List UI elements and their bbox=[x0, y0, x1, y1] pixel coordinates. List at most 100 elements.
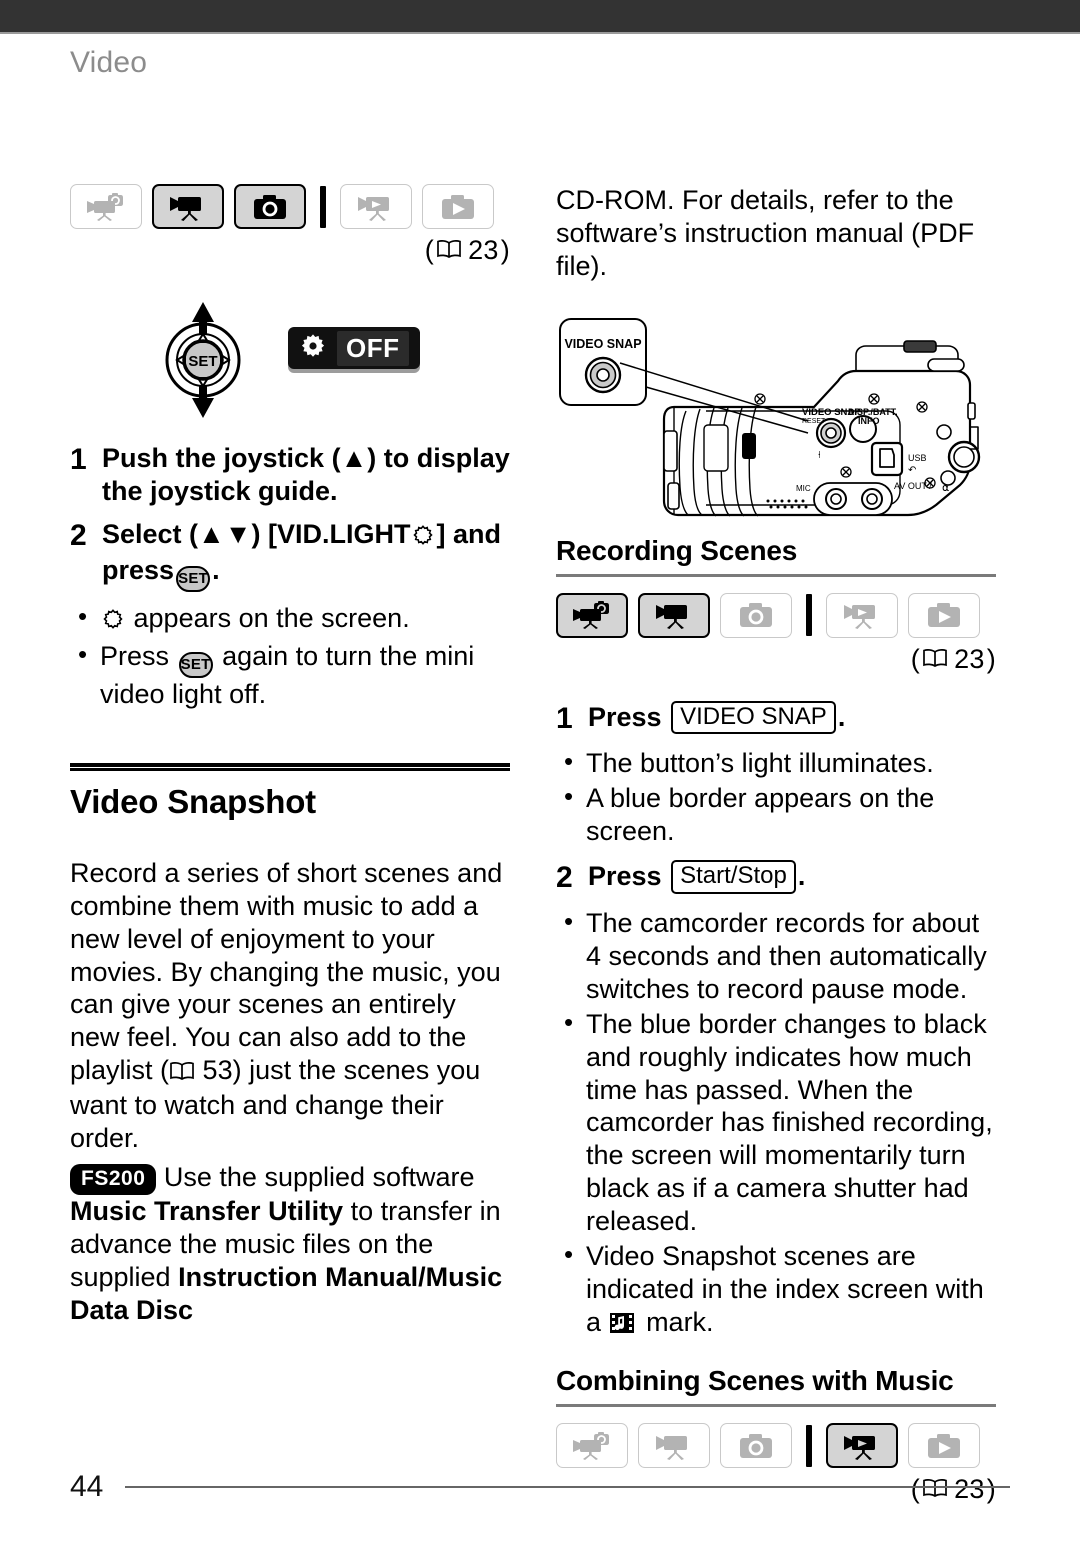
step-text: Push the joystick (▲) to display the joy… bbox=[102, 442, 510, 508]
paren-close: ) bbox=[500, 235, 510, 265]
model-badge: FS200 bbox=[70, 1164, 157, 1195]
step-2: 2 Press Start/Stop. bbox=[556, 860, 996, 897]
svg-text:MIC: MIC bbox=[796, 484, 811, 493]
step-1: 1 Push the joystick (▲) to display the j… bbox=[70, 442, 510, 508]
book-icon bbox=[436, 235, 462, 266]
mode-icon-row-recording-scenes bbox=[556, 592, 996, 638]
step-number: 1 bbox=[70, 443, 87, 476]
svg-text:↶: ↶ bbox=[908, 465, 916, 476]
photo-record-mode-icon bbox=[720, 592, 792, 638]
video-light-off-badge: OFF bbox=[288, 327, 420, 369]
step-text-d: . bbox=[212, 554, 220, 585]
step-text: Select (▲▼) [VID.LIGHT] and press SET. bbox=[102, 518, 510, 592]
movie-record-mode-icon bbox=[638, 1423, 710, 1468]
photo-play-mode-icon bbox=[908, 1423, 980, 1468]
photo-record-mode-icon bbox=[234, 184, 306, 229]
page-ref-number: 23 bbox=[468, 235, 499, 265]
joystick-figure-row: SET OFF bbox=[70, 300, 510, 420]
start-stop-keycap: Start/Stop bbox=[671, 860, 796, 894]
bullet-item: The blue border changes to black and rou… bbox=[556, 1007, 996, 1239]
section-heading-rule bbox=[70, 762, 510, 771]
step-text-a: Push the joystick ( bbox=[102, 443, 341, 473]
svg-text:⍺: ⍺ bbox=[942, 482, 949, 494]
book-icon bbox=[922, 644, 948, 675]
video-snapshot-heading: Video Snapshot bbox=[70, 782, 316, 820]
up-triangle-icon: ▲ bbox=[340, 443, 368, 473]
video-snapshot-mark-icon bbox=[609, 1310, 635, 1343]
step-text-b: ) [VID.LIGHT bbox=[251, 518, 411, 549]
recording-scenes-rule bbox=[556, 573, 996, 577]
combining-scenes-rule bbox=[556, 1404, 996, 1407]
step-tail: . bbox=[797, 861, 806, 892]
step-number: 2 bbox=[70, 518, 87, 552]
movie-record-mode-icon bbox=[152, 184, 224, 229]
bullet-item: The camcorder records for about 4 second… bbox=[556, 906, 996, 1006]
step-text: Press Start/Stop. bbox=[588, 860, 805, 897]
video-light-gear-icon bbox=[299, 332, 327, 365]
svg-text:USB: USB bbox=[908, 453, 927, 463]
combining-scenes-heading: Combining Scenes with Music bbox=[556, 1365, 954, 1396]
bullet-item: Press SET again to turn the mini video l… bbox=[70, 639, 510, 711]
footer-rule bbox=[125, 1486, 1010, 1488]
running-head: Video bbox=[70, 46, 148, 79]
bullet-item: A blue border appears on the screen. bbox=[556, 781, 996, 848]
intro-paragraph: CD-ROM. For details, refer to the softwa… bbox=[556, 185, 975, 281]
set-button-icon: SET bbox=[176, 565, 211, 592]
vid-light-steps: 1 Push the joystick (▲) to display the j… bbox=[70, 442, 510, 711]
step-number: 2 bbox=[556, 861, 573, 895]
step-label: Press bbox=[588, 701, 662, 732]
step-1: 1 Press VIDEO SNAP. bbox=[556, 700, 996, 738]
paren-close: ) bbox=[986, 643, 996, 674]
step-1-bullets: The button’s light illuminates. A blue b… bbox=[556, 746, 996, 848]
mode-group-separator bbox=[320, 185, 326, 228]
photo-record-mode-icon bbox=[720, 1423, 792, 1468]
svg-text:AV OUT /: AV OUT / bbox=[894, 481, 932, 491]
step-tail: . bbox=[837, 701, 846, 732]
software-name: Music Transfer Utility bbox=[70, 1195, 344, 1226]
step-label: Press bbox=[588, 861, 662, 892]
svg-text:INFO: INFO bbox=[858, 416, 880, 426]
book-icon bbox=[169, 1056, 195, 1089]
mode-group-separator bbox=[806, 594, 812, 637]
mode-icon-row-combining-scenes bbox=[556, 1423, 996, 1468]
off-label: OFF bbox=[337, 330, 409, 366]
bullet-text: appears on the screen. bbox=[133, 602, 410, 633]
photo-play-mode-icon bbox=[422, 184, 494, 229]
vid-light-bullets: appears on the screen. Press SET again t… bbox=[70, 601, 510, 711]
step-text: Press VIDEO SNAP. bbox=[588, 700, 846, 738]
camcorder-figure: VIDEO SNAP VIDEO SNAP RESET DISP./BATT. … bbox=[556, 315, 996, 535]
svg-text:VIDEO SNAP: VIDEO SNAP bbox=[564, 337, 641, 351]
svg-text:SET: SET bbox=[188, 353, 217, 370]
paren-open: ( bbox=[424, 235, 435, 265]
playlist-page-ref: 53 bbox=[202, 1055, 233, 1086]
page-reference-recording-scenes: ( 23 ) bbox=[556, 644, 996, 675]
movie-play-mode-icon bbox=[826, 1423, 898, 1468]
dual-shot-mode-icon bbox=[556, 592, 628, 638]
set-button-icon: SET bbox=[178, 651, 213, 678]
right-column: CD-ROM. For details, refer to the softwa… bbox=[556, 184, 996, 1505]
recording-scenes-heading: Recording Scenes bbox=[556, 534, 798, 566]
bullet-item: The button’s light illuminates. bbox=[556, 746, 996, 780]
svg-text:RESET: RESET bbox=[802, 418, 826, 425]
dual-shot-mode-icon bbox=[556, 1423, 628, 1468]
video-snap-keycap: VIDEO SNAP bbox=[671, 700, 836, 735]
svg-text:⍿: ⍿ bbox=[818, 450, 821, 461]
bullet-item: appears on the screen. bbox=[70, 601, 510, 638]
paragraph-text-a: Record a series of short scenes and comb… bbox=[70, 857, 503, 1086]
mode-icon-row-top bbox=[70, 184, 510, 229]
movie-play-mode-icon bbox=[340, 184, 412, 229]
movie-play-mode-icon bbox=[826, 592, 898, 638]
step-text-a: Select ( bbox=[102, 518, 199, 549]
bullet-text-pre: Press bbox=[100, 640, 170, 671]
page-ref-number: 23 bbox=[954, 643, 985, 674]
movie-record-mode-icon bbox=[638, 592, 710, 638]
bullet-text-post: mark. bbox=[646, 1307, 714, 1338]
left-column: ( 23 ) SET OFF 1 Push the joystick (▲) t… bbox=[70, 184, 510, 1326]
paren-open: ( bbox=[910, 643, 921, 674]
page-reference-top: ( 23 ) bbox=[70, 235, 510, 266]
page-footer: 44 bbox=[70, 1470, 1010, 1504]
manual-page: Video (23) SET OFF 1 Push the joystick… bbox=[0, 34, 1080, 1560]
joystick-guide-icon: SET bbox=[156, 300, 250, 425]
top-dark-bar bbox=[0, 0, 1080, 32]
page-number: 44 bbox=[70, 1470, 104, 1503]
